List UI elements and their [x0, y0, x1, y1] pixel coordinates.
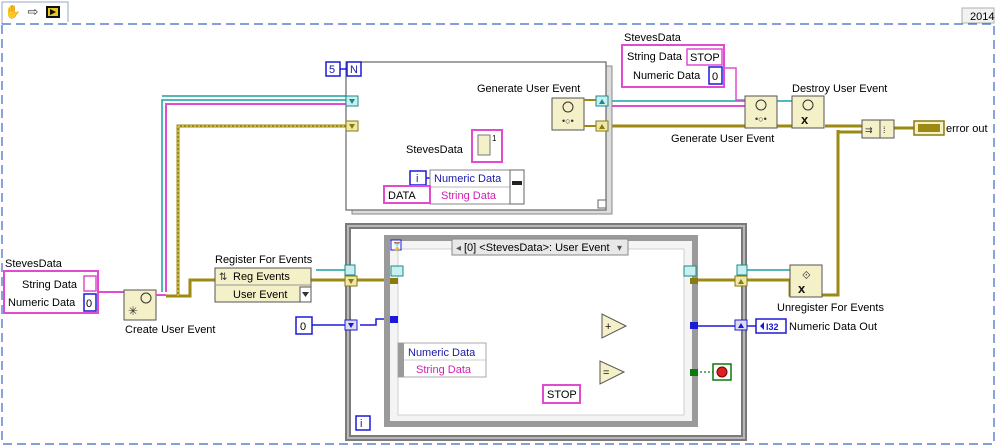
event-reg-inner-right	[683, 265, 697, 277]
user-event-label: User Event	[233, 289, 287, 301]
stop-string-constant[interactable]: STOP	[542, 384, 581, 404]
svg-text:•○•: •○•	[562, 116, 574, 126]
event-numeric-tunnel-right	[690, 322, 698, 329]
numeric-data-out-label: Numeric Data Out	[789, 321, 877, 333]
event-case-label: [0] <StevesData>: User Event	[464, 242, 610, 254]
unregister-for-events-node[interactable]: ⟐ x	[789, 264, 823, 298]
bundle-counter: 1	[492, 134, 497, 143]
svg-text:⌛: ⌛	[392, 241, 402, 251]
stop-terminal[interactable]	[712, 363, 732, 381]
data-string-value: DATA	[388, 190, 416, 202]
svg-text:⇉: ⇉	[865, 125, 873, 135]
register-for-events-label: Register For Events	[215, 254, 313, 266]
top-cluster-field2-label: Numeric Data	[633, 70, 701, 82]
event-structure[interactable]	[384, 235, 698, 427]
loop-count-terminal-label: N	[350, 64, 358, 76]
reg-events-label: Reg Events	[233, 271, 290, 283]
unbundle-string-label: String Data	[416, 364, 472, 376]
bundle-string-label: String Data	[441, 190, 497, 202]
svg-text:⁞: ⁞	[883, 125, 886, 135]
generate-user-event-outer-node[interactable]: •○•	[744, 95, 778, 129]
while-iteration-terminal	[355, 415, 371, 431]
while-iteration-label: i	[360, 418, 362, 430]
generate-user-event-inner-label: Generate User Event	[477, 83, 580, 95]
svg-text:=: =	[603, 367, 609, 379]
event-data-node[interactable]: Numeric Data String Data	[397, 342, 487, 378]
svg-text:x: x	[798, 281, 806, 296]
generate-user-event-inner-node[interactable]: •○•	[551, 97, 585, 131]
svg-text:▾: ▾	[617, 243, 622, 254]
bundle-numeric-label: Numeric Data	[434, 173, 502, 185]
svg-text:⇅: ⇅	[219, 272, 227, 283]
bundle-typedef-constant[interactable]: 1	[471, 129, 503, 163]
version-label: 2014	[970, 11, 994, 23]
destroy-user-event-label: Destroy User Event	[792, 83, 887, 95]
i32-label: I32	[766, 322, 779, 332]
event-error-tunnel-right	[690, 278, 698, 284]
create-user-event-label: Create User Event	[125, 324, 215, 336]
unregister-for-events-label: Unregister For Events	[777, 302, 884, 314]
top-cluster-field2-value: 0	[712, 71, 718, 83]
bundle-title: StevesData	[406, 144, 464, 156]
left-cluster-field1-label: String Data	[22, 279, 78, 291]
left-cluster-field2-value: 0	[86, 298, 92, 310]
loop-count-value: 5	[329, 64, 335, 76]
top-cluster-constant[interactable]: String Data STOP Numeric Data 0	[621, 44, 725, 88]
error-out-indicator[interactable]	[913, 120, 945, 136]
event-error-tunnel-left	[390, 278, 398, 284]
init-numeric-value: 0	[300, 321, 306, 333]
top-cluster-title: StevesData	[624, 32, 682, 44]
iteration-terminal-label: i	[416, 173, 418, 185]
generate-user-event-outer-label: Generate User Event	[671, 133, 774, 145]
merge-errors-node[interactable]: ⇉ ⁞	[861, 119, 895, 139]
register-for-events-node[interactable]: ⇅ Reg Events User Event	[214, 267, 312, 303]
data-string-constant[interactable]: DATA	[383, 185, 431, 204]
event-bool-tunnel	[690, 369, 698, 376]
event-reg-inner-left	[390, 265, 404, 277]
block-diagram: 2014 5 N Generate User Event •○• StevesD…	[1, 1, 995, 445]
svg-text:✳: ✳	[128, 304, 138, 318]
left-cluster-title: StevesData	[5, 258, 63, 270]
for-loop-resize-handle[interactable]	[597, 199, 607, 209]
error-out-label: error out	[946, 123, 988, 135]
create-user-event-node[interactable]: ✳	[123, 289, 157, 321]
numeric-data-out-indicator[interactable]: I32	[755, 318, 787, 334]
svg-text:x: x	[801, 112, 809, 127]
top-cluster-field1-label: String Data	[627, 51, 683, 63]
toolbar-tab-outline	[1, 1, 69, 24]
svg-text:◂: ◂	[456, 243, 461, 254]
left-cluster-constant[interactable]: String Data Numeric Data 0	[3, 270, 99, 314]
destroy-user-event-node[interactable]: x	[791, 95, 825, 129]
event-numeric-tunnel-left	[390, 316, 398, 323]
stop-string-value: STOP	[547, 389, 577, 401]
svg-text:+: +	[605, 321, 611, 333]
left-cluster-field2-label: Numeric Data	[8, 297, 76, 309]
event-case-selector[interactable]: ◂ [0] <StevesData>: User Event ▾	[451, 238, 629, 256]
svg-text:•○•: •○•	[755, 114, 767, 124]
init-numeric-constant[interactable]: 0	[295, 316, 313, 335]
bundle-by-name-node[interactable]: Numeric Data String Data	[429, 169, 525, 205]
top-cluster-field1-value: STOP	[690, 52, 720, 64]
unbundle-numeric-label: Numeric Data	[408, 347, 476, 359]
